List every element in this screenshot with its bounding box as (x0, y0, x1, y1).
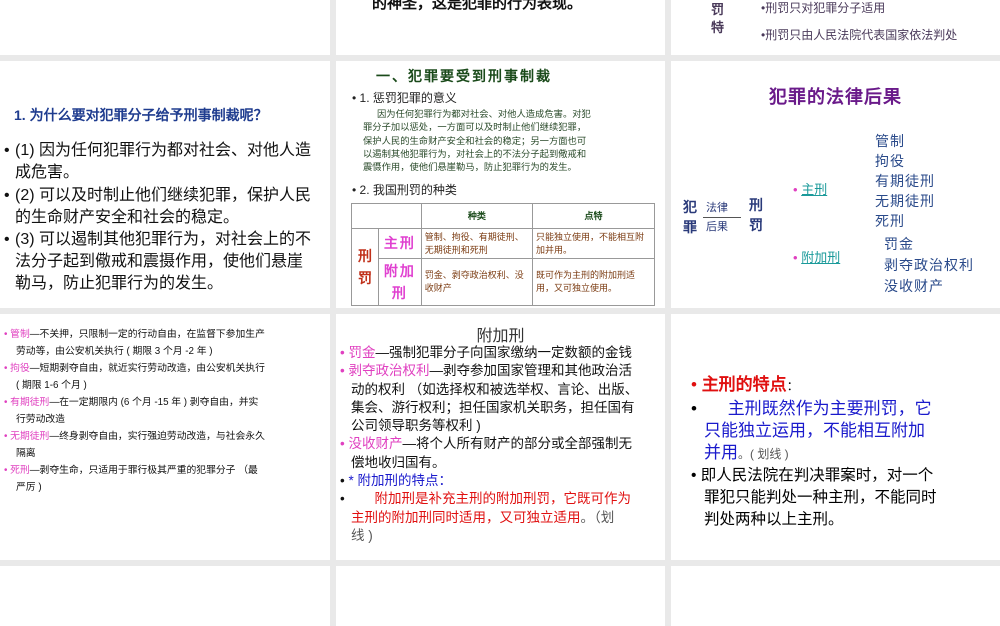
paragraph: 因为任何犯罪行为都对社会、对他人造成危害。对犯 罪分子加以惩处，一方面可以及时制止… (363, 109, 591, 173)
slide-title: 附加刑 (476, 328, 525, 345)
slide-thumbnail[interactable]: 犯罪的法律后果 犯罪 法律 后果 刑罚 • 主刑 管制 拘役 有期徒刑 无期徒刑 死刑 … (671, 61, 1000, 308)
row-label: 附加刑 (378, 258, 422, 306)
link-additional[interactable]: • 附加刑 (793, 247, 840, 266)
bullet: • (4, 187, 10, 204)
arrow-label: 后果 (706, 221, 728, 233)
slide-thumbnail[interactable] (336, 566, 665, 626)
slide-thumbnail[interactable] (0, 566, 330, 626)
heading: • 1. 惩罚犯罪的意义 (352, 91, 457, 105)
side-label: 罚 (711, 2, 725, 17)
table-cell: 罚金、剥夺政治权利、没收财产 (420, 258, 533, 306)
slide-text: 的神圣，这是犯罪的行为表现。 (372, 0, 583, 12)
link-main[interactable]: • 主刑 (793, 179, 827, 198)
bullet: • (4, 142, 10, 159)
column-header: 种类 (420, 203, 533, 229)
main-penalty-definitions: • 管制—不关押，只限制一定的行动自由，在监督下参加生产 劳动等，由公安机关执行 … (4, 329, 265, 493)
slide-title: 1. 为什么要对犯罪分子给予刑事制裁呢？ (14, 107, 268, 123)
bullet-text: (2) 可以及时制止他们继续犯罪，保护人民 的生命财产安全和社会的稳定。 (15, 187, 312, 226)
slide-thumbnail[interactable] (0, 0, 330, 55)
table-cell: 只能独立使用，不能相互附加并用。 (531, 228, 656, 259)
main-penalty-list: 管制 拘役 有期徒刑 无期徒刑 死刑 (875, 133, 935, 229)
slide-thumbnail[interactable]: 的神圣，这是犯罪的行为表现。 (336, 0, 665, 55)
column-header: 点特 (531, 203, 656, 229)
slide-title: 犯罪的法律后果 (769, 87, 902, 107)
arrow-label: 法律 (706, 202, 728, 214)
slide-thumbnail[interactable]: 1. 为什么要对犯罪分子给予刑事制裁呢？ • (1) 因为任何犯罪行为都对社会、… (0, 61, 330, 308)
row-group-label: 刑罚 (351, 228, 379, 306)
additional-penalty-list: 罚金 剥夺政治权利 没收财产 (884, 236, 974, 294)
slide-thumbnail[interactable]: • 主刑的特点： • 主刑既然作为主要刑罚，它 只能独立运用，不能相互附加 并用… (671, 314, 1000, 560)
slide-thumbnail[interactable]: • 管制—不关押，只限制一定的行动自由，在监督下参加生产 劳动等，由公安机关执行 … (0, 314, 330, 560)
slide-thumbnail[interactable] (671, 566, 1000, 626)
node-label: 犯罪 (683, 199, 697, 235)
slide-thumbnail[interactable]: 一、犯罪要受到刑事制裁 • 1. 惩罚犯罪的意义 因为任何犯罪行为都对社会、对他… (336, 61, 665, 308)
bullet: • (4, 231, 10, 248)
slide-thumbnail[interactable]: 附加刑 • 罚金—强制犯罪分子向国家缴纳一定数额的金钱 • 剥夺政治权利—剥夺参… (336, 314, 665, 560)
bullet-text: (3) 可以遏制其他犯罪行为，对社会上的不 法分子起到儆戒和震摄作用，使他们悬崖勒… (15, 231, 312, 292)
node-label: 刑罚 (749, 197, 763, 233)
additional-penalty-definitions: • 罚金—强制犯罪分子向国家缴纳一定数额的金钱 • 剥夺政治权利—剥夺参加国家管… (340, 345, 639, 543)
bullet: •刑罚只由人民法院代表国家依法判处 (761, 28, 958, 42)
bullet: •刑罚只对犯罪分子适用 (761, 1, 886, 15)
heading: • 2. 我国刑罚的种类 (352, 183, 457, 197)
slide-thumbnail[interactable]: 罚 特 •刑罚只对犯罪分子适用 •刑罚只由人民法院代表国家依法判处 (671, 0, 1000, 55)
side-label: 特 (711, 20, 725, 35)
table-cell: 管制、拘役、有期徒刑、无期徒刑和死刑 (420, 228, 533, 259)
main-feature-text: • 主刑的特点： • 主刑既然作为主要刑罚，它 只能独立运用，不能相互附加 并用… (691, 375, 937, 528)
penalty-table: 种类 点特 刑罚 主刑 管制、拘役、有期徒刑、无期徒刑和死刑 只能独立使用，不能相互附加… (351, 203, 656, 306)
row-label: 主刑 (378, 228, 422, 259)
bullet-text: (1) 因为任何犯罪行为都对社会、对他人造 成危害。 (15, 142, 312, 181)
slide-title: 一、犯罪要受到刑事制裁 (376, 68, 552, 84)
table-cell: 既可作为主刑的附加刑适用，又可独立使用。 (531, 258, 656, 306)
